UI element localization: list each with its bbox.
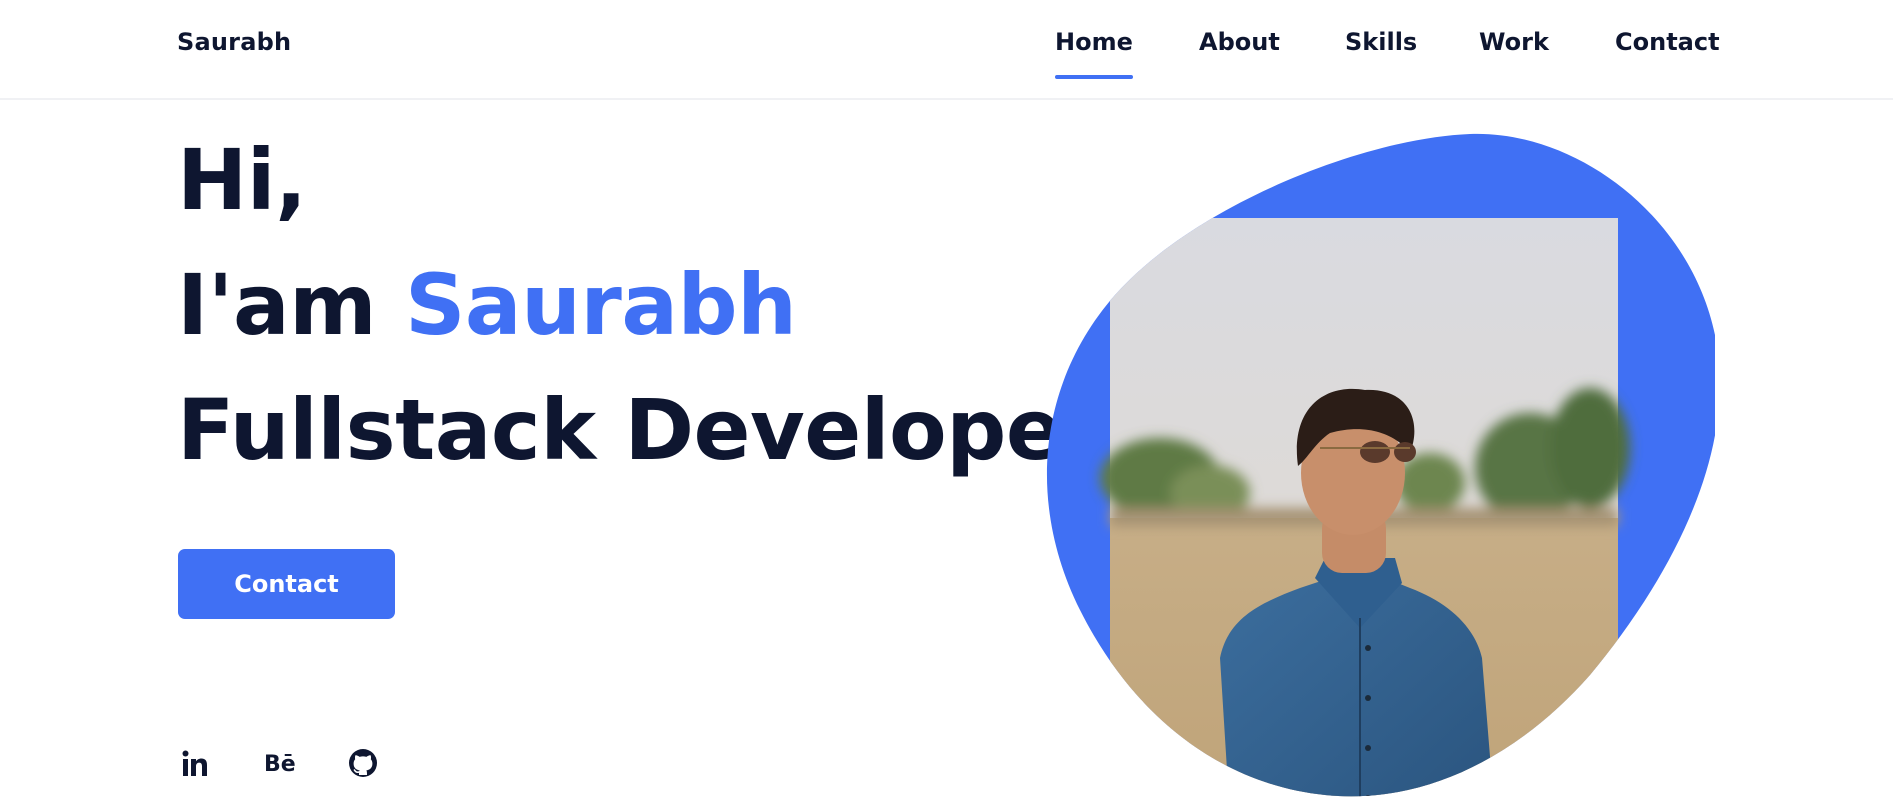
nav-home[interactable]: Home <box>1055 28 1133 79</box>
hero-name: Saurabh <box>404 256 797 354</box>
nav-contact[interactable]: Contact <box>1615 28 1720 56</box>
behance-icon[interactable]: Bē <box>260 745 300 781</box>
hero-blob <box>1046 133 1720 797</box>
contact-button[interactable]: Contact <box>178 549 395 619</box>
hero-image <box>1035 130 1720 800</box>
nav-work[interactable]: Work <box>1479 28 1549 56</box>
main-nav: Home About Skills Work Contact <box>0 28 1893 88</box>
hero-intro: I'am Saurabh <box>177 263 797 347</box>
site-header: Saurabh Home About Skills Work Contact <box>0 0 1893 100</box>
nav-about[interactable]: About <box>1199 28 1280 56</box>
linkedin-icon[interactable] <box>177 745 213 781</box>
svg-text:Bē: Bē <box>264 752 296 777</box>
hero-role: Fullstack Developer <box>177 381 1104 479</box>
nav-skills[interactable]: Skills <box>1345 28 1417 56</box>
github-icon[interactable] <box>345 745 381 781</box>
hero-intro-prefix: I'am <box>177 256 405 354</box>
hero-greeting: Hi, <box>177 131 307 229</box>
